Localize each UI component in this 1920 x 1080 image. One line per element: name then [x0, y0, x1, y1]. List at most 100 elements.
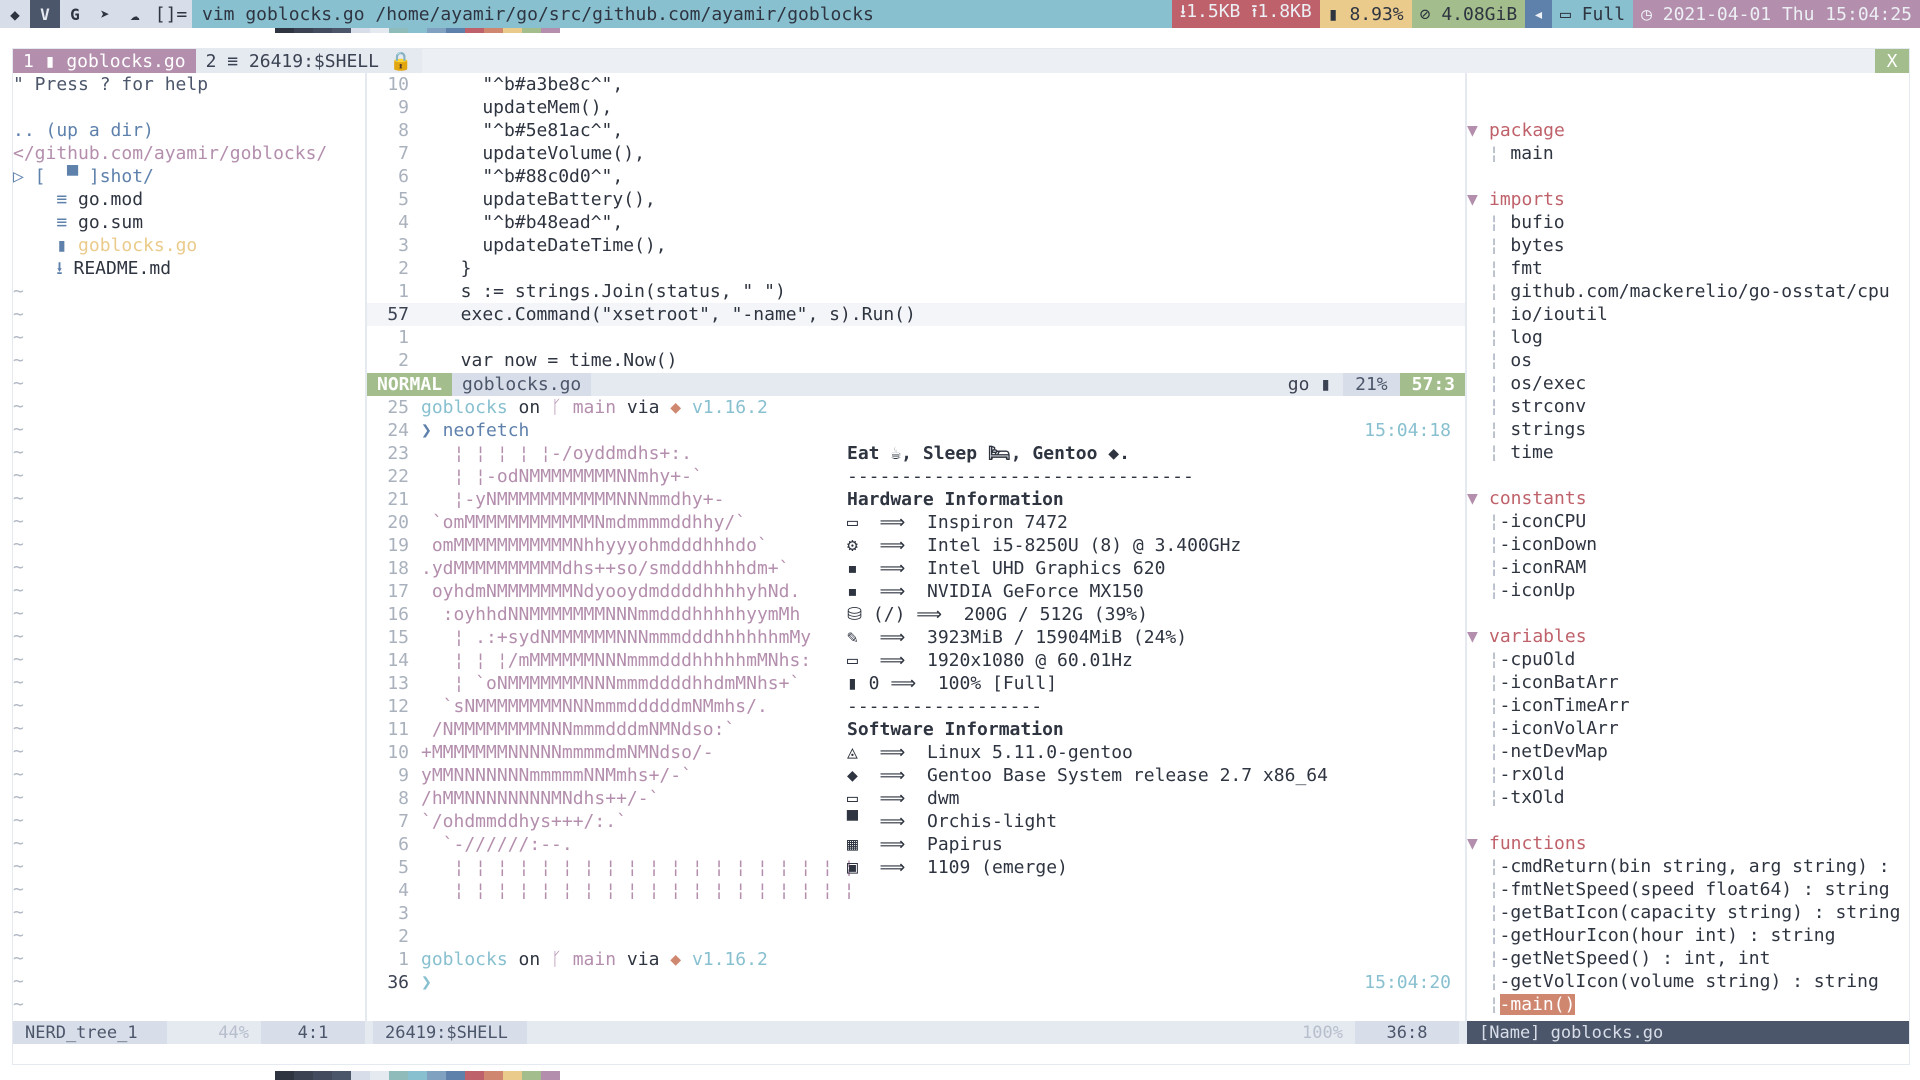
- empty-line-tilde: ~: [13, 327, 24, 348]
- vim-percent: 21%: [1343, 373, 1400, 396]
- tagbar-item[interactable]: ¦ github.com/mackerelio/go-osstat/cpu: [1467, 280, 1909, 303]
- tagbar-item[interactable]: ¦-netDevMap: [1467, 740, 1909, 763]
- tagbar-section-constants[interactable]: ▼ constants: [1467, 487, 1909, 510]
- logo-text: `sNMMMMMMMMNNNmmmdddddmNMmhs/.: [421, 696, 768, 717]
- tree-guide: ¦: [1467, 994, 1500, 1015]
- vim-tag-icon[interactable]: V: [30, 0, 60, 28]
- neofetch-info-line: ▀ ⟹ Orchis-light: [847, 811, 1058, 832]
- terminal-window[interactable]: 1 ▮ goblocks.go 2 ≡ 26419:$SHELL 🔒 X " P…: [12, 48, 1910, 1065]
- tagbar-item[interactable]: ¦-iconCPU: [1467, 510, 1909, 533]
- layout-indicator[interactable]: []=: [150, 0, 192, 28]
- collapse-triangle-icon[interactable]: ▼: [1467, 625, 1489, 648]
- tree-guide: ¦: [1467, 442, 1511, 463]
- collapse-triangle-icon[interactable]: ▼: [1467, 119, 1489, 142]
- tagbar-item[interactable]: ¦ strings: [1467, 418, 1909, 441]
- tagbar-item[interactable]: ¦-iconBatArr: [1467, 671, 1909, 694]
- vim-editor[interactable]: 10 "^b#a3be8c^", 9 updateMem(), 8 "^b#5e81…: [367, 73, 1467, 373]
- git-branch: ᚴ main: [551, 949, 617, 970]
- tagbar-item[interactable]: ¦ bytes: [1467, 234, 1909, 257]
- code-text: exec.Command("xsetroot", "-name", s).Run…: [439, 304, 916, 325]
- tagbar-item[interactable]: ¦-txOld: [1467, 786, 1909, 809]
- tagbar-item[interactable]: ¦ os: [1467, 349, 1909, 372]
- cloud-tag-icon[interactable]: ☁: [120, 0, 150, 28]
- tagbar-item[interactable]: ¦-iconUp: [1467, 579, 1909, 602]
- empty-line-tilde: ~: [13, 649, 24, 670]
- tagbar-item[interactable]: ¦-iconVolArr: [1467, 717, 1909, 740]
- window-title: vim goblocks.go /home/ayamir/go/src/gith…: [192, 0, 1172, 28]
- tagbar-item[interactable]: ¦ io/ioutil: [1467, 303, 1909, 326]
- nerdtree-pane[interactable]: " Press ? for help .. (up a dir) </githu…: [13, 73, 367, 1021]
- shell-current-line[interactable]: 36 ❯ 15:04:20: [367, 971, 1467, 994]
- logo-text: ¦ `oNMMMMMMMNNNmmmddddhhdmMNhs+`: [421, 673, 801, 694]
- tagbar-section-imports[interactable]: ▼ imports: [1467, 188, 1909, 211]
- tag-name: -getVolIcon(volume string) : string: [1499, 971, 1879, 992]
- tagbar-item[interactable]: ¦-iconRAM: [1467, 556, 1909, 579]
- logo-text: `-//////:--.: [421, 834, 573, 855]
- nerdtree-item[interactable]: ▷ [ ▀ ]shot/: [13, 165, 367, 188]
- tagbar-item[interactable]: ¦-rxOld: [1467, 763, 1909, 786]
- tagbar-section-package[interactable]: ▼ package: [1467, 119, 1909, 142]
- telegram-tag-icon[interactable]: ➤: [90, 0, 120, 28]
- tab-shell[interactable]: 2 ≡ 26419:$SHELL 🔒: [195, 49, 423, 73]
- tagbar-section-functions[interactable]: ▼ functions: [1467, 832, 1909, 855]
- tagbar-item[interactable]: ¦-fmtNetSpeed(speed float64) : string: [1467, 878, 1909, 901]
- code-line: 3 updateDateTime(),: [367, 234, 1467, 257]
- prompt-dir: goblocks: [421, 949, 508, 970]
- tree-guide: ¦: [1467, 948, 1500, 969]
- code-text: "^b#88c0d0^",: [439, 166, 624, 187]
- empty-line-tilde: ~: [13, 557, 24, 578]
- close-button[interactable]: X: [1875, 49, 1909, 73]
- line-number: 1: [398, 327, 409, 348]
- tag-name: -txOld: [1499, 787, 1565, 808]
- nerdtree-item[interactable]: ▮ goblocks.go: [13, 234, 367, 257]
- logo-text: ¦ ¦ ¦ ¦ ¦ ¦ ¦ ¦ ¦ ¦ ¦ ¦ ¦ ¦ ¦ ¦ ¦ ¦ ¦: [421, 857, 855, 878]
- tagbar-pane[interactable]: ▼ package ¦ main ▼ imports ¦ bufio ¦ bytes …: [1467, 73, 1909, 1021]
- neofetch-info-line: ⚙ ⟹ Intel i5-8250U (8) @ 3.400GHz: [847, 535, 1242, 556]
- tagbar-item[interactable]: ¦-getVolIcon(volume string) : string: [1467, 970, 1909, 993]
- tagbar-item[interactable]: ¦-getHourIcon(hour int) : string: [1467, 924, 1909, 947]
- collapse-triangle-icon[interactable]: ▼: [1467, 832, 1489, 855]
- shell-pane[interactable]: 25 goblocks on ᚴ main via ◆ v1.16.2 24 ❯ ne…: [367, 396, 1467, 1021]
- tagbar-item[interactable]: ¦-cpuOld: [1467, 648, 1909, 671]
- empty-line-tilde: ~: [13, 281, 24, 302]
- line-number: 17: [387, 581, 409, 602]
- tag-name: -iconBatArr: [1499, 672, 1619, 693]
- line-number: 57: [387, 304, 409, 325]
- tagbar-item[interactable]: ¦ time: [1467, 441, 1909, 464]
- tagbar-item[interactable]: ¦-getBatIcon(capacity string) : string: [1467, 901, 1909, 924]
- gentoo-tag-icon[interactable]: ◆: [0, 0, 30, 28]
- tagbar-item[interactable]: ¦ log: [1467, 326, 1909, 349]
- section-title: constants: [1489, 488, 1587, 509]
- nerdtree-item[interactable]: ≡ go.sum: [13, 211, 367, 234]
- tagbar-item[interactable]: ¦ fmt: [1467, 257, 1909, 280]
- logo-text: .ydMMMMMMMMMMdhs++so/smdddhhhhdm+`: [421, 558, 790, 579]
- nerdtree-root[interactable]: </github.com/ayamir/goblocks/: [13, 142, 367, 165]
- tagbar-item[interactable]: ¦-iconTimeArr: [1467, 694, 1909, 717]
- battery-module: ▭ Full: [1552, 0, 1634, 28]
- tab-goblocks[interactable]: 1 ▮ goblocks.go: [13, 49, 196, 73]
- nerdtree-item[interactable]: ≡ go.mod: [13, 188, 367, 211]
- tagbar-item[interactable]: ¦ main: [1467, 142, 1909, 165]
- code-text: updateBattery(),: [439, 189, 656, 210]
- tree-guide: ¦: [1467, 235, 1511, 256]
- collapse-triangle-icon[interactable]: ▼: [1467, 188, 1489, 211]
- tagbar-item[interactable]: ¦ strconv: [1467, 395, 1909, 418]
- nerdtree-up-dir[interactable]: .. (up a dir): [13, 119, 367, 142]
- neofetch-info-line: ⛁ (/) ⟹ 200G / 512G (39%): [847, 604, 1148, 625]
- tagbar-item[interactable]: ¦ bufio: [1467, 211, 1909, 234]
- tagbar-item[interactable]: ¦-getNetSpeed() : int, int: [1467, 947, 1909, 970]
- tagbar-item[interactable]: ¦-main(): [1467, 993, 1909, 1016]
- tagbar-section-variables[interactable]: ▼ variables: [1467, 625, 1909, 648]
- empty-line-tilde: ~: [13, 396, 24, 417]
- line-number: 10: [387, 742, 409, 763]
- volume-icon[interactable]: ◂: [1525, 0, 1553, 28]
- tagbar-item[interactable]: ¦ os/exec: [1467, 372, 1909, 395]
- tagbar-item[interactable]: ¦-cmdReturn(bin string, arg string) :: [1467, 855, 1909, 878]
- collapse-triangle-icon[interactable]: ▼: [1467, 487, 1489, 510]
- shell-position: 36:8: [1355, 1021, 1459, 1044]
- tagbar-item[interactable]: ¦-iconDown: [1467, 533, 1909, 556]
- neofetch-info-line: ▪ ⟹ Intel UHD Graphics 620: [847, 558, 1166, 579]
- nerdtree-item[interactable]: ⭳ README.md: [13, 257, 367, 280]
- google-tag-icon[interactable]: G: [60, 0, 90, 28]
